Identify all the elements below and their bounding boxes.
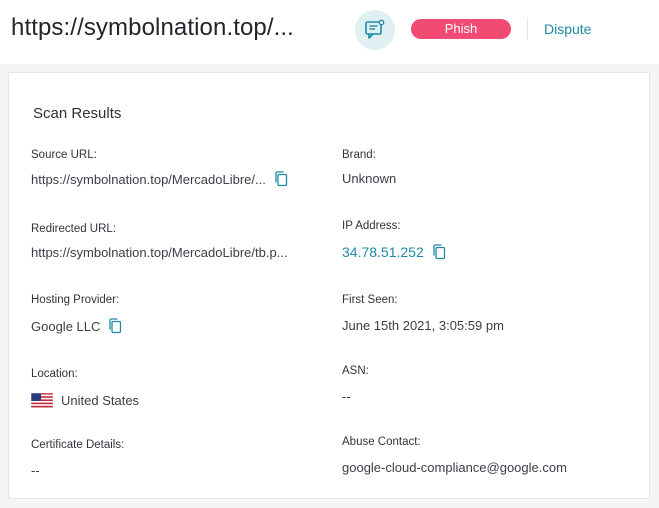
first-seen-field: First Seen: June 15th 2021, 3:05:59 pm [342, 294, 504, 333]
hosting-provider-value: Google LLC [31, 318, 122, 334]
first-seen-label: First Seen: [342, 294, 398, 306]
copy-icon[interactable] [432, 244, 446, 260]
hosting-provider-label: Hosting Provider: [31, 294, 120, 306]
abuse-contact-text: google-cloud-compliance@google.com [342, 460, 567, 475]
source-url-label: Source URL: [31, 149, 97, 161]
brand-field: Brand: Unknown [342, 149, 396, 186]
redirected-url-label: Redirected URL: [31, 223, 117, 235]
asn-value: -- [342, 389, 351, 404]
chat-feedback-icon [365, 19, 385, 39]
page-title: https://symbolnation.top/... [11, 14, 294, 41]
location-text: United States [61, 393, 140, 408]
scan-header: https://symbolnation.top/... Phish Dispu… [0, 0, 659, 60]
location-value: United States [31, 393, 139, 408]
asn-label: ASN: [342, 365, 369, 377]
redirected-url-text: https://symbolnation.top/MercadoLibre/tb… [31, 245, 288, 260]
abuse-contact-field: Abuse Contact: google-cloud-compliance@g… [342, 436, 567, 475]
redirected-url-field: Redirected URL: https://symbolnation.top… [31, 223, 288, 260]
source-url-field: Source URL: https://symbolnation.top/Mer… [31, 149, 288, 187]
abuse-contact-label: Abuse Contact: [342, 436, 421, 448]
ip-address-field: IP Address: 34.78.51.252 [342, 220, 445, 260]
hosting-provider-field: Hosting Provider: Google LLC [31, 294, 122, 334]
redirected-url-value: https://symbolnation.top/MercadoLibre/tb… [31, 245, 288, 260]
location-field: Location: United States [31, 368, 139, 408]
location-label: Location: [31, 368, 78, 380]
hosting-provider-text: Google LLC [31, 318, 101, 334]
status-badge: Phish [411, 19, 511, 39]
header-divider [527, 18, 528, 40]
copy-icon[interactable] [108, 318, 122, 334]
certificate-details-field: Certificate Details: -- [31, 439, 125, 478]
brand-value: Unknown [342, 171, 396, 186]
dispute-link[interactable]: Dispute [544, 21, 591, 37]
brand-text: Unknown [342, 171, 397, 186]
copy-icon[interactable] [274, 171, 288, 187]
us-flag-icon [31, 393, 53, 408]
scan-results-panel: Scan Results Source URL: https://symboln… [0, 64, 659, 508]
asn-text: -- [342, 389, 351, 404]
source-url-value: https://symbolnation.top/MercadoLibre/..… [31, 171, 288, 187]
scan-results-title: Scan Results [33, 105, 122, 122]
feedback-button[interactable] [355, 10, 395, 50]
asn-field: ASN: -- [342, 365, 369, 404]
abuse-contact-value: google-cloud-compliance@google.com [342, 460, 567, 475]
certificate-details-label: Certificate Details: [31, 439, 125, 451]
ip-address-label: IP Address: [342, 220, 401, 232]
brand-label: Brand: [342, 149, 376, 161]
ip-address-link[interactable]: 34.78.51.252 [342, 244, 424, 260]
scan-results-card: Scan Results Source URL: https://symboln… [8, 72, 650, 499]
source-url-text: https://symbolnation.top/MercadoLibre/..… [31, 171, 266, 187]
first-seen-text: June 15th 2021, 3:05:59 pm [342, 318, 504, 333]
certificate-details-value: -- [31, 463, 40, 478]
ip-address-value: 34.78.51.252 [342, 244, 446, 260]
first-seen-value: June 15th 2021, 3:05:59 pm [342, 318, 504, 333]
certificate-details-text: -- [31, 463, 40, 478]
